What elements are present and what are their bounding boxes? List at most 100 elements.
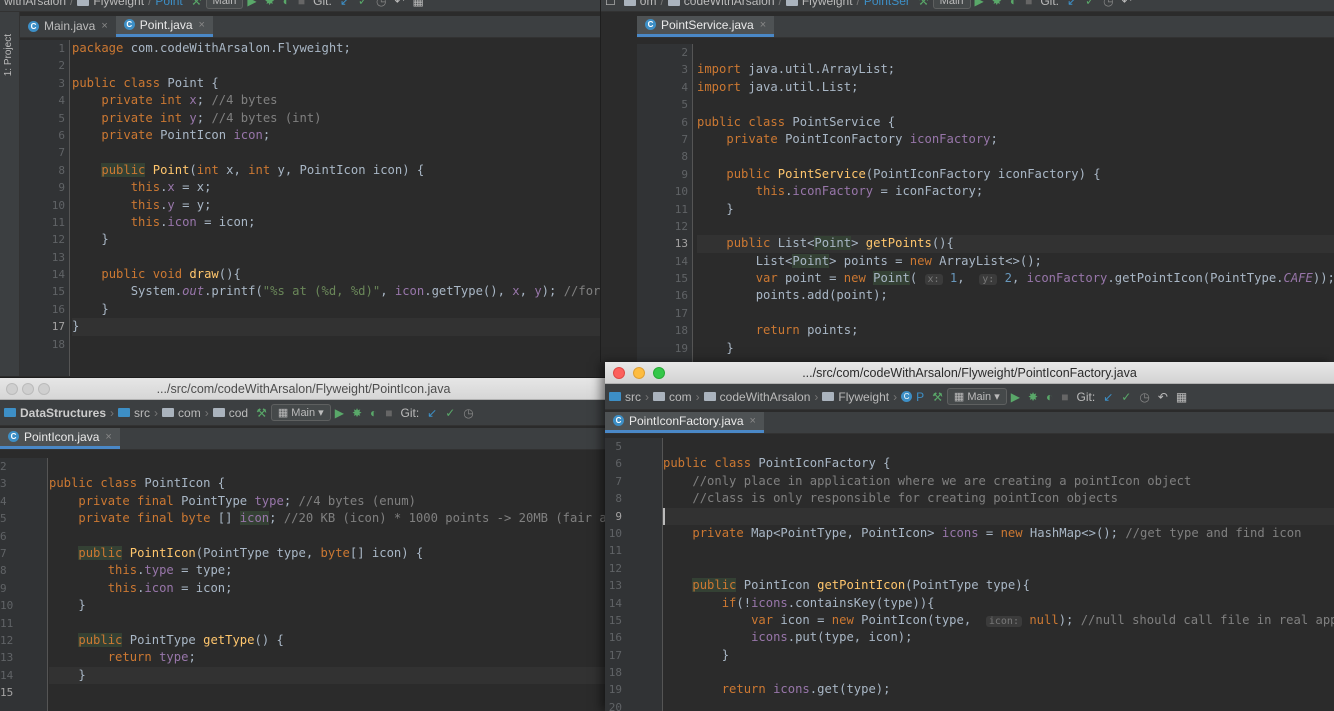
git-commit-icon[interactable]: ✓ — [1121, 390, 1131, 404]
breadcrumb-class[interactable]: CP — [901, 390, 924, 404]
line-number: 12 — [0, 633, 14, 647]
breadcrumb-src[interactable]: src — [118, 406, 150, 420]
line-number: 13 — [608, 579, 622, 593]
stop-icon[interactable]: ■ — [298, 0, 305, 8]
close-icon[interactable]: × — [101, 20, 107, 32]
hammer-icon[interactable]: ⚒ — [191, 0, 202, 8]
coverage-icon[interactable]: ◐ — [370, 406, 377, 420]
breadcrumb-package[interactable]: codeWithArsalon — [667, 0, 775, 8]
debug-icon[interactable]: ✸ — [352, 406, 362, 420]
coverage-icon[interactable]: ◐ — [283, 0, 290, 8]
breadcrumb-flyweight[interactable]: Flyweight — [822, 390, 889, 404]
navigate-back-icon[interactable]: ☐ — [605, 0, 616, 8]
run-icon[interactable]: ▶ — [247, 0, 256, 8]
history-icon[interactable]: ◷ — [376, 0, 386, 8]
line-number: 10 — [51, 198, 65, 212]
breadcrumb-flyweight[interactable]: Flyweight — [785, 0, 853, 8]
run-icon[interactable]: ▶ — [1011, 390, 1020, 404]
tab-point-java[interactable]: C Point.java × — [115, 16, 213, 37]
hammer-icon[interactable]: ⚒ — [256, 406, 267, 420]
history-icon[interactable]: ◷ — [1139, 390, 1149, 404]
git-commit-icon[interactable]: ✓ — [1085, 0, 1095, 8]
breadcrumb-package[interactable]: cod — [212, 406, 248, 420]
breadcrumb-point[interactable]: Point — [155, 0, 182, 8]
window-title: .../src/com/codeWithArsalon/Flyweight/Po… — [802, 366, 1137, 380]
tab-main-java[interactable]: C Main.java × — [20, 16, 116, 37]
git-commit-icon[interactable]: ✓ — [445, 406, 455, 420]
code-line: private Map<PointType, PointIcon> icons … — [692, 525, 1302, 540]
debug-icon[interactable]: ✸ — [1028, 390, 1038, 404]
class-icon: C — [8, 431, 19, 442]
code-line: private PointIcon icon; — [101, 127, 271, 142]
code-line: public class PointIconFactory { — [663, 456, 891, 471]
coverage-icon[interactable]: ◐ — [1046, 390, 1053, 404]
git-update-icon[interactable]: ↙ — [1067, 0, 1077, 8]
tab-pointiconfactory-java[interactable]: C PointIconFactory.java × — [605, 412, 764, 433]
close-window-button[interactable] — [613, 367, 625, 379]
close-icon[interactable]: × — [760, 19, 766, 31]
close-icon[interactable]: × — [199, 19, 205, 31]
run-config-select[interactable]: Main — [205, 0, 244, 9]
run-icon[interactable]: ▶ — [975, 0, 984, 8]
line-number: 2 — [0, 460, 7, 473]
breadcrumb-project[interactable]: withArsalon — [4, 0, 66, 8]
coverage-icon[interactable]: ◐ — [1010, 0, 1017, 8]
debug-icon[interactable]: ✸ — [992, 0, 1002, 8]
git-commit-icon[interactable]: ✓ — [358, 0, 368, 8]
debug-icon[interactable]: ✸ — [265, 0, 275, 8]
stop-icon[interactable]: ■ — [385, 406, 392, 420]
breadcrumb-com[interactable]: com — [653, 390, 692, 404]
tab-pointservice-java[interactable]: C PointService.java × — [637, 16, 775, 37]
code-area-point[interactable]: 1 2 3 4 5 6 7 8 9 10 11 12 13 14 15 16 1… — [20, 40, 635, 376]
close-icon[interactable]: × — [105, 431, 111, 443]
tab-pointicon-java[interactable]: C PointIcon.java × — [0, 428, 120, 449]
project-structure-icon[interactable]: ▦ — [413, 0, 424, 8]
hammer-icon[interactable]: ⚒ — [918, 0, 929, 8]
code-lines: public class PointIcon { private final P… — [48, 458, 607, 711]
folder-icon — [703, 392, 716, 401]
git-update-icon[interactable]: ↙ — [427, 406, 437, 420]
code-line: //class is only responsible for creating… — [692, 491, 1118, 506]
code-area-pointservice[interactable]: 2 3 4 5 6 7 8 9 10 11 12 13 14 15 16 17 … — [637, 44, 1334, 362]
close-icon[interactable]: × — [750, 415, 756, 427]
stop-icon[interactable]: ■ — [1061, 390, 1068, 404]
run-config-select[interactable]: ▦ Main ▾ — [270, 404, 331, 421]
project-tool-button[interactable]: 1: Project — [3, 34, 14, 76]
line-number: 3 — [0, 477, 7, 491]
hammer-icon[interactable]: ⚒ — [932, 390, 943, 404]
line-number: 7 — [0, 546, 7, 560]
breadcrumb-com[interactable]: com — [162, 406, 201, 420]
revert-icon[interactable]: ↶ — [394, 0, 404, 8]
breadcrumb-project[interactable]: DataStructures — [4, 406, 106, 420]
history-icon[interactable]: ◷ — [463, 406, 473, 420]
pointiconfactory-window: .../src/com/codeWithArsalon/Flyweight/Po… — [605, 362, 1334, 711]
run-icon[interactable]: ▶ — [335, 406, 344, 420]
revert-icon[interactable]: ↶ — [1122, 0, 1132, 8]
breadcrumb-package[interactable]: codeWithArsalon — [703, 390, 810, 404]
line-number: 6 — [615, 457, 622, 471]
breadcrumb-class[interactable]: PointSer — [864, 0, 910, 8]
revert-icon[interactable]: ↶ — [1158, 390, 1168, 404]
zoom-window-button[interactable] — [653, 367, 665, 379]
close-window-button[interactable] — [6, 383, 18, 395]
run-config-select[interactable]: Main — [932, 0, 971, 9]
run-config-select[interactable]: ▦ Main ▾ — [946, 388, 1007, 405]
project-structure-icon[interactable]: ▦ — [1176, 390, 1187, 404]
breadcrumb-flyweight[interactable]: Flyweight — [77, 0, 144, 8]
minimize-window-button[interactable] — [22, 383, 34, 395]
breadcrumb-com[interactable]: om — [623, 0, 656, 8]
git-label: Git: — [400, 405, 420, 420]
folder-icon — [162, 408, 175, 417]
line-number: 6 — [0, 529, 7, 543]
breadcrumb-src[interactable]: src — [609, 390, 641, 404]
code-area-pointiconfactory[interactable]: 5 6 7 8 9 10 11 12 13 14 15 16 17 18 19 … — [605, 438, 1334, 711]
code-area-pointicon[interactable]: 2 3 4 5 6 7 8 9 10 11 12 13 14 15 public… — [0, 458, 607, 711]
history-icon[interactable]: ◷ — [1103, 0, 1113, 8]
minimize-window-button[interactable] — [633, 367, 645, 379]
git-update-icon[interactable]: ↙ — [340, 0, 350, 8]
git-update-icon[interactable]: ↙ — [1103, 390, 1113, 404]
stop-icon[interactable]: ■ — [1025, 0, 1032, 8]
zoom-window-button[interactable] — [38, 383, 50, 395]
